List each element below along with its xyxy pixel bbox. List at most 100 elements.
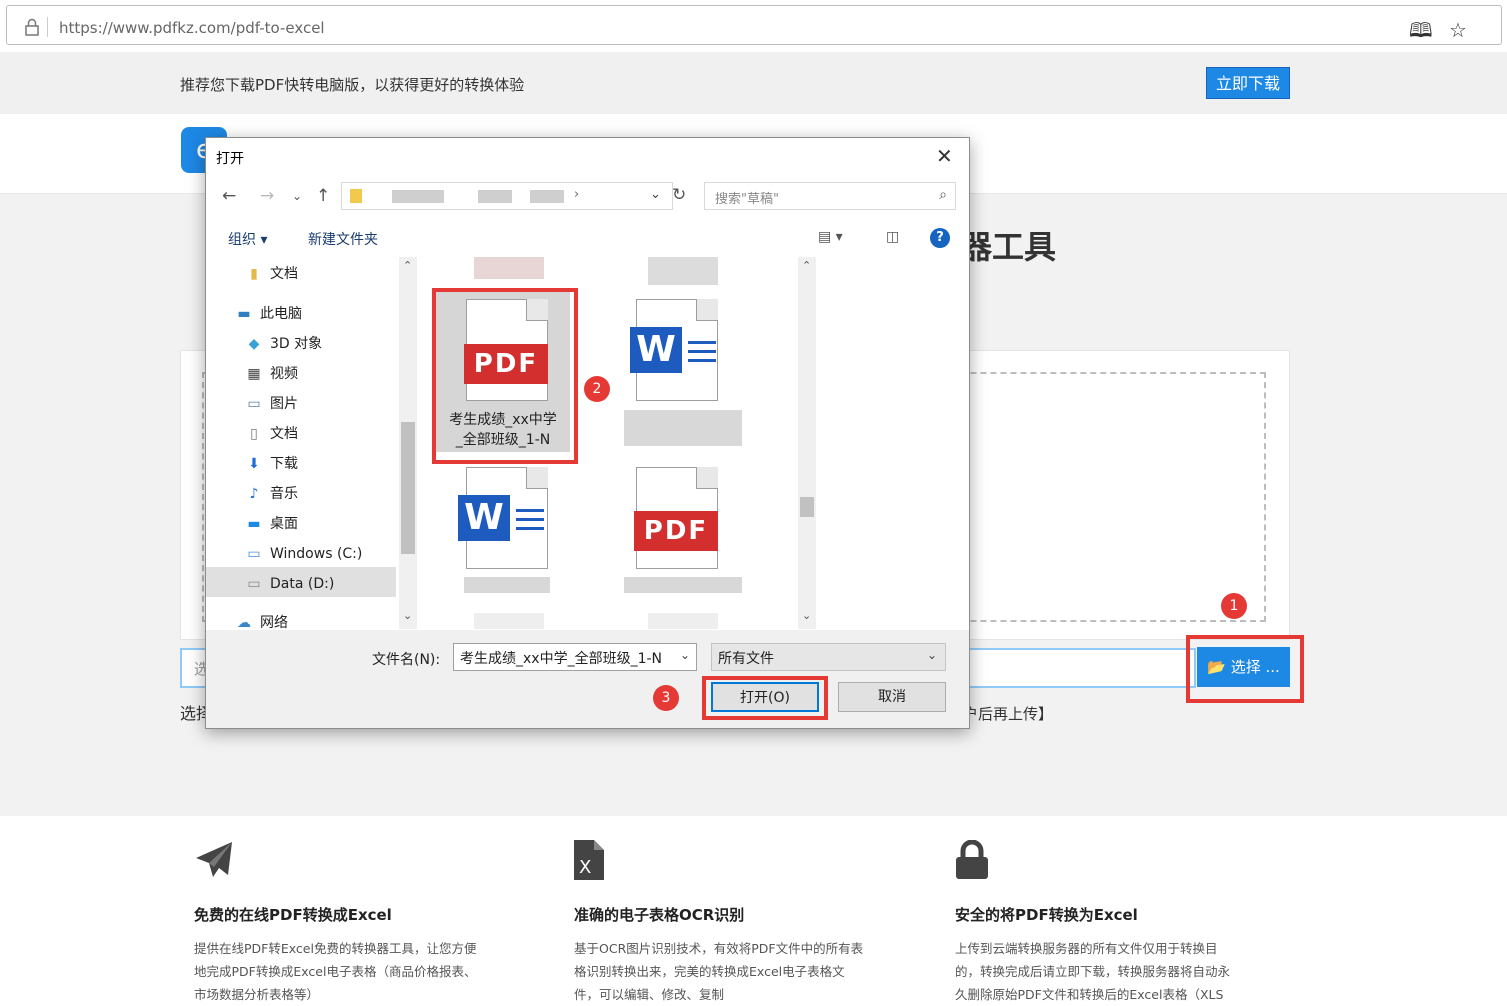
navigation-tree: ▮ 文档 ▬ 此电脑 ◆ 3D 对象 ▦ 视频 ▭ 图片 ▯ 文档 ⬇ 下载 ♪ 音乐 ▬ 桌面 … xyxy=(206,257,418,631)
filename-value: 考生成绩_xx中学_全部班级_1-N xyxy=(460,651,663,667)
reader-mode-icon[interactable]: 🕮 xyxy=(1409,20,1433,40)
dialog-footer: 文件名(N): 考生成绩_xx中学_全部班级_1-N ⌄ 所有文件 ⌄ 打开(O… xyxy=(206,630,969,728)
new-folder-button[interactable]: 新建文件夹 xyxy=(308,229,378,249)
path-segment-blurred xyxy=(478,190,512,203)
step-badge-1: 1 xyxy=(1221,593,1247,619)
organize-menu[interactable]: 组织 ▾ xyxy=(228,229,267,249)
filename-input[interactable]: 考生成绩_xx中学_全部班级_1-N ⌄ xyxy=(453,643,697,671)
music-icon: ♪ xyxy=(249,486,259,502)
open-button-highlight xyxy=(702,676,828,720)
close-icon[interactable]: ✕ xyxy=(936,144,953,168)
filename-label: 文件名(N): xyxy=(372,652,441,668)
drive-icon: ▭ xyxy=(247,546,261,562)
search-placeholder: 搜索"草稿" xyxy=(715,192,779,207)
desktop-icon: ▬ xyxy=(247,516,261,532)
scroll-up-icon: ⌃ xyxy=(802,259,812,272)
url-separator xyxy=(47,17,48,37)
dialog-title: 打开 xyxy=(216,151,244,167)
feature-desc: 提供在线PDF转Excel免费的转换器工具，让您方便 地完成PDF转换成Excel… xyxy=(194,941,477,1002)
tree-item-documents-pinned[interactable]: ▮ 文档 xyxy=(244,262,298,286)
file-name-blurred xyxy=(624,410,742,446)
search-icon: ⌕ xyxy=(939,187,947,203)
computer-icon: ▬ xyxy=(237,306,251,322)
scroll-down-icon: ⌄ xyxy=(403,609,413,622)
chevron-down-icon: ⌄ xyxy=(926,648,937,662)
dialog-titlebar[interactable]: 打开 ✕ xyxy=(206,138,969,176)
pdf-type-badge: PDF xyxy=(634,511,718,551)
download-now-button[interactable]: 立即下载 xyxy=(1206,67,1290,99)
preview-pane-icon[interactable]: ◫ xyxy=(886,229,899,245)
word-line-icon xyxy=(688,359,716,362)
excel-file-icon: X xyxy=(574,840,914,890)
word-line-icon xyxy=(688,341,716,344)
filetype-select[interactable]: 所有文件 ⌄ xyxy=(711,643,946,671)
lock-icon xyxy=(25,18,39,36)
video-icon: ▦ xyxy=(247,366,261,382)
feature-desc: 上传到云端转换服务器的所有文件仅用于转换目 的，转换完成后请立即下载，转换服务器将… xyxy=(955,941,1231,1002)
feature-title: 准确的电子表格OCR识别 xyxy=(574,906,745,924)
folder-icon xyxy=(350,189,362,203)
tree-scroll-thumb[interactable] xyxy=(401,422,415,554)
tree-item-3d-objects[interactable]: ◆ 3D 对象 xyxy=(244,332,323,356)
paper-plane-icon xyxy=(194,840,534,890)
feature-ocr: X 准确的电子表格OCR识别 基于OCR图片识别技术，有效将PDF文件中的所有表… xyxy=(574,840,914,1006)
feature-free: 免费的在线PDF转换成Excel 提供在线PDF转Excel免费的转换器工具，让… xyxy=(194,840,534,1006)
search-input[interactable]: 搜索"草稿" ⌕ xyxy=(704,182,956,210)
cancel-button[interactable]: 取消 xyxy=(838,682,946,712)
open-file-dialog: 打开 ✕ ← → ⌄ ↑ › ⌄ ↻ 搜索"草稿" ⌕ 组织 ▾ 新建文件夹 ▤… xyxy=(205,137,970,729)
files-scrollbar[interactable]: ⌃ ⌄ xyxy=(798,257,816,629)
path-segment-blurred xyxy=(530,190,564,203)
forward-arrow-icon[interactable]: → xyxy=(260,186,274,206)
word-line-icon xyxy=(516,527,544,530)
feature-title: 安全的将PDF转换为Excel xyxy=(955,906,1138,924)
file-thumbnail-partial xyxy=(648,613,718,629)
tree-item-documents[interactable]: ▯ 文档 xyxy=(244,422,298,446)
tree-scrollbar[interactable]: ⌃ ⌄ xyxy=(399,257,417,629)
path-dropdown-icon[interactable]: ⌄ xyxy=(650,187,661,202)
tree-item-desktop[interactable]: ▬ 桌面 xyxy=(244,512,298,536)
select-button-highlight xyxy=(1186,635,1304,703)
tree-item-downloads[interactable]: ⬇ 下载 xyxy=(244,452,298,476)
chevron-down-icon[interactable]: ⌄ xyxy=(680,648,690,662)
hint-text-right: 户后再上传】 xyxy=(963,705,1054,723)
view-options-icon[interactable]: ▤ ▾ xyxy=(818,229,843,245)
selected-file-highlight xyxy=(432,288,578,464)
up-arrow-icon[interactable]: ↑ xyxy=(316,186,330,206)
help-icon[interactable]: ? xyxy=(930,228,950,248)
pictures-icon: ▭ xyxy=(247,396,261,412)
tree-item-pictures[interactable]: ▭ 图片 xyxy=(244,392,298,416)
filetype-value: 所有文件 xyxy=(718,651,774,667)
documents-icon: ▯ xyxy=(250,426,258,442)
scroll-up-icon: ⌃ xyxy=(403,259,413,272)
word-line-icon xyxy=(516,518,544,521)
download-banner: 推荐您下载PDF快转电脑版，以获得更好的转换体验 立即下载 xyxy=(0,52,1507,114)
tree-item-drive-c[interactable]: ▭ Windows (C:) xyxy=(244,542,362,566)
banner-message: 推荐您下载PDF快转电脑版，以获得更好的转换体验 xyxy=(180,76,525,94)
tree-item-this-pc[interactable]: ▬ 此电脑 xyxy=(234,302,302,326)
browser-address-bar: https://www.pdfkz.com/pdf-to-excel 🕮 ☆ xyxy=(0,0,1507,52)
files-scroll-thumb[interactable] xyxy=(800,497,814,517)
folder-icon: ▮ xyxy=(250,266,258,282)
url-text[interactable]: https://www.pdfkz.com/pdf-to-excel xyxy=(59,19,325,37)
feature-secure: 安全的将PDF转换为Excel 上传到云端转换服务器的所有文件仅用于转换目 的，转… xyxy=(955,839,1295,1006)
word-type-badge: W xyxy=(458,495,510,541)
dialog-nav-row: ← → ⌄ ↑ › ⌄ ↻ 搜索"草稿" ⌕ xyxy=(206,180,969,214)
tree-item-drive-d[interactable]: ▭ Data (D:) xyxy=(244,572,334,596)
refresh-icon[interactable]: ↻ xyxy=(672,185,686,205)
3d-objects-icon: ◆ xyxy=(248,336,260,352)
step-badge-2: 2 xyxy=(584,376,610,402)
url-box[interactable]: https://www.pdfkz.com/pdf-to-excel 🕮 ☆ xyxy=(6,5,1502,45)
tree-item-music[interactable]: ♪ 音乐 xyxy=(244,482,298,506)
word-line-icon xyxy=(516,509,544,512)
file-thumbnail-partial xyxy=(474,613,544,629)
scroll-down-icon: ⌄ xyxy=(802,609,812,622)
tree-item-videos[interactable]: ▦ 视频 xyxy=(244,362,298,386)
history-chevron-icon[interactable]: ⌄ xyxy=(292,189,302,203)
star-icon[interactable]: ☆ xyxy=(1449,20,1467,40)
path-chevron-icon: › xyxy=(574,187,580,202)
path-box[interactable]: › ⌄ xyxy=(341,182,673,210)
feature-title: 免费的在线PDF转换成Excel xyxy=(194,906,392,924)
path-segment-blurred xyxy=(392,190,444,203)
dialog-toolbar: 组织 ▾ 新建文件夹 ▤ ▾ ◫ ? xyxy=(206,220,969,256)
back-arrow-icon[interactable]: ← xyxy=(222,186,236,206)
